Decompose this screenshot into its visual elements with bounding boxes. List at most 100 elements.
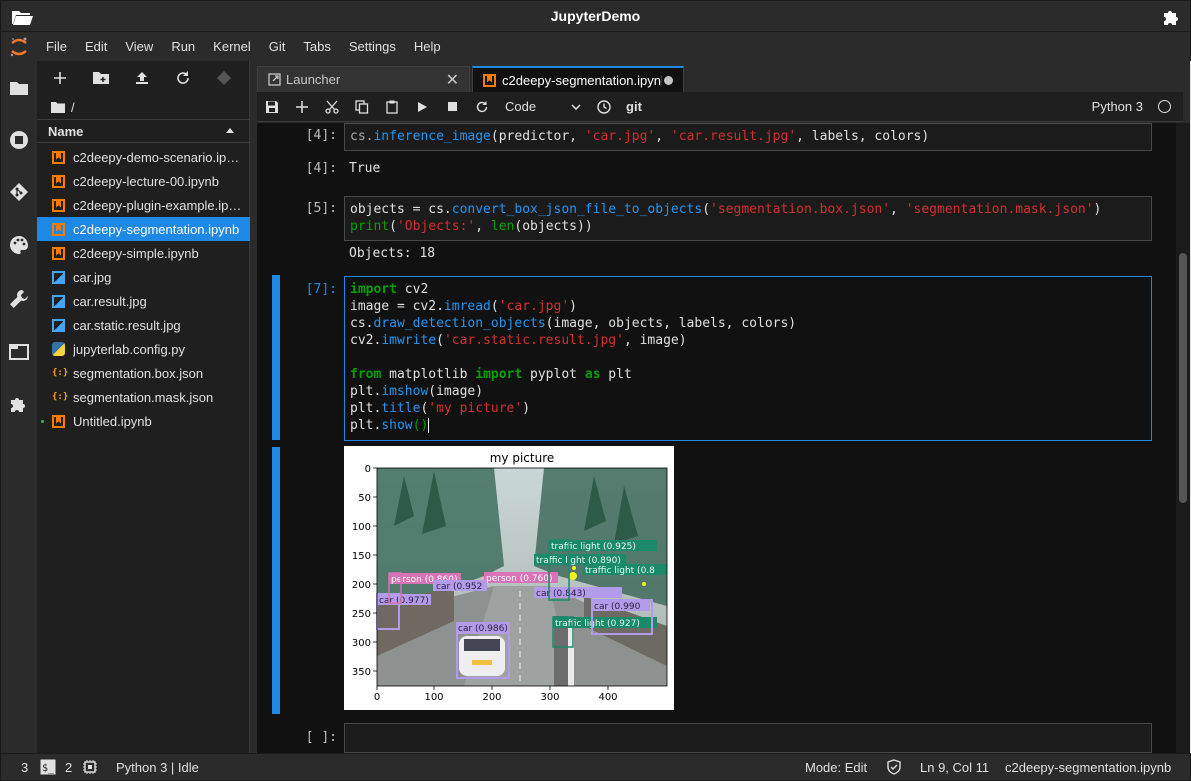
launcher-icon xyxy=(268,73,281,86)
menu-help[interactable]: Help xyxy=(405,32,450,61)
copy-button[interactable] xyxy=(347,93,377,121)
label-car-2: car (0.977) xyxy=(379,596,429,606)
notebook-icon xyxy=(52,414,65,428)
file-name: Untitled.ipynb xyxy=(73,413,152,429)
column-header-name[interactable]: Name xyxy=(48,124,83,139)
notebook-icon xyxy=(483,73,496,87)
cut-button[interactable] xyxy=(317,93,347,121)
file-list-header[interactable]: Name xyxy=(37,119,250,143)
git-icon[interactable] xyxy=(9,182,29,202)
file-list-item[interactable]: c2deepy-simple.ipynb xyxy=(37,241,250,265)
git-clone-icon[interactable] xyxy=(214,69,234,87)
file-name: c2deepy-simple.ipynb xyxy=(73,245,199,261)
menu-kernel[interactable]: Kernel xyxy=(204,32,260,61)
file-list-item[interactable]: {:} segmentation.mask.json xyxy=(37,385,250,409)
unsaved-dot-icon[interactable] xyxy=(664,76,673,85)
menu-view[interactable]: View xyxy=(116,32,162,61)
terminal-count[interactable]: 3 xyxy=(21,760,28,775)
file-list-item[interactable]: c2deepy-segmentation.ipynb xyxy=(37,217,250,241)
new-folder-icon[interactable] xyxy=(91,69,111,87)
x-tick-label: 100 xyxy=(424,692,443,703)
paste-icon xyxy=(386,100,398,114)
folder-icon[interactable] xyxy=(9,78,29,98)
empty-cell-code[interactable] xyxy=(344,723,1152,753)
file-list-item[interactable]: c2deepy-lecture-00.ipynb xyxy=(37,169,250,193)
file-list-item[interactable]: c2deepy-plugin-example.ipynb xyxy=(37,193,250,217)
menu-settings[interactable]: Settings xyxy=(340,32,405,61)
kernel-name[interactable]: Python 3 xyxy=(1092,99,1143,114)
extension-manager-icon[interactable] xyxy=(9,394,29,414)
run-button[interactable] xyxy=(407,93,437,121)
label-traffic-light-3: traffic light (0.8 xyxy=(585,566,655,576)
menu-file[interactable]: File xyxy=(37,32,76,61)
palette-icon[interactable] xyxy=(9,235,29,255)
status-bar: 3 $_ 2 Python 3 | Idle Mode: Edit Ln 9, … xyxy=(0,753,1191,781)
history-button[interactable] xyxy=(589,93,619,121)
label-traffic-light-1: traffic light (0.925) xyxy=(551,542,636,552)
x-tick-label: 300 xyxy=(540,692,559,703)
notebook-panel[interactable]: [4]: cs.inference_image(predictor, 'car.… xyxy=(257,123,1183,753)
insert-cell-button[interactable] xyxy=(287,93,317,121)
git-diff-icon[interactable]: git xyxy=(619,93,649,121)
wrench-icon[interactable] xyxy=(9,289,29,309)
home-folder-icon[interactable] xyxy=(51,101,65,113)
cell-4-code[interactable]: cs.inference_image(predictor, 'car.jpg',… xyxy=(344,123,1152,151)
y-tick-label: 350 xyxy=(352,667,371,678)
refresh-icon[interactable] xyxy=(173,69,193,87)
editor-mode: Mode: Edit xyxy=(805,760,868,775)
kernel-count[interactable]: 2 xyxy=(65,760,72,775)
file-list-item[interactable]: car.result.jpg xyxy=(37,289,250,313)
file-list-item[interactable]: jupyterlab.config.py xyxy=(37,337,250,361)
new-launcher-plus-icon[interactable] xyxy=(50,69,70,87)
menu-edit[interactable]: Edit xyxy=(76,32,116,61)
paste-button[interactable] xyxy=(377,93,407,121)
y-tick-label: 50 xyxy=(358,493,371,504)
jupyter-logo-icon xyxy=(1,32,37,61)
tabs-icon[interactable] xyxy=(9,342,29,362)
kernel-chip-icon[interactable] xyxy=(82,759,98,775)
file-list: c2deepy-demo-scenario.ipynb c2deepy-lectu… xyxy=(37,145,250,433)
file-list-item[interactable]: {:} segmentation.box.json xyxy=(37,361,250,385)
breadcrumb-path[interactable]: / xyxy=(71,100,75,115)
interrupt-button[interactable] xyxy=(437,93,467,121)
trusted-shield-icon[interactable] xyxy=(886,759,902,775)
save-button[interactable] xyxy=(257,93,287,121)
menu-run[interactable]: Run xyxy=(162,32,204,61)
cell-5-code[interactable]: objects = cs.convert_box_json_file_to_ob… xyxy=(344,196,1152,241)
cell-7-code[interactable]: import cv2 image = cv2.imread('car.jpg')… xyxy=(344,276,1152,441)
restart-button[interactable] xyxy=(467,93,497,121)
menu-git[interactable]: Git xyxy=(260,32,295,61)
extension-puzzle-icon[interactable] xyxy=(1162,8,1180,26)
upload-icon[interactable] xyxy=(132,69,152,87)
empty-cell-prompt: [ ]: xyxy=(305,730,337,745)
notebook-scrollbar[interactable] xyxy=(1176,123,1190,753)
cell-7-input-prompt: [7]: xyxy=(305,282,337,297)
scrollbar-thumb[interactable] xyxy=(1179,253,1187,503)
running-stop-icon[interactable] xyxy=(9,130,29,150)
json-file-icon: {:} xyxy=(52,367,69,378)
folder-open-icon[interactable] xyxy=(11,8,33,26)
cell-5-input-prompt: [5]: xyxy=(305,201,337,216)
clock-icon xyxy=(597,99,611,114)
y-tick-label: 100 xyxy=(352,522,371,533)
file-list-item[interactable]: car.jpg xyxy=(37,265,250,289)
tab-notebook[interactable]: c2deepy-segmentation.ipynb xyxy=(472,66,684,92)
file-name: jupyterlab.config.py xyxy=(73,341,186,357)
status-file-name: c2deepy-segmentation.ipynb xyxy=(1005,760,1172,775)
terminal-icon[interactable]: $_ xyxy=(40,759,56,775)
file-name: car.static.result.jpg xyxy=(73,317,181,333)
cell-type-dropdown[interactable]: Code xyxy=(505,96,585,118)
cell-4-output: True xyxy=(349,161,381,176)
kernel-status-text[interactable]: Python 3 | Idle xyxy=(116,760,199,775)
file-list-item[interactable]: c2deepy-demo-scenario.ipynb xyxy=(37,145,250,169)
file-list-item[interactable]: car.static.result.jpg xyxy=(37,313,250,337)
cursor-position[interactable]: Ln 9, Col 11 xyxy=(920,760,989,775)
tab-launcher[interactable]: Launcher ✕ xyxy=(257,66,470,92)
tab-bar: Launcher ✕ c2deepy-segmentation.ipynb xyxy=(250,61,1190,92)
close-icon[interactable]: ✕ xyxy=(446,70,459,90)
cell-7-output-collapser[interactable] xyxy=(272,447,280,714)
menu-tabs[interactable]: Tabs xyxy=(294,32,339,61)
file-name: c2deepy-segmentation.ipynb xyxy=(73,221,240,237)
cell-7-input-collapser[interactable] xyxy=(272,275,280,440)
file-list-item[interactable]: Untitled.ipynb xyxy=(37,409,250,433)
